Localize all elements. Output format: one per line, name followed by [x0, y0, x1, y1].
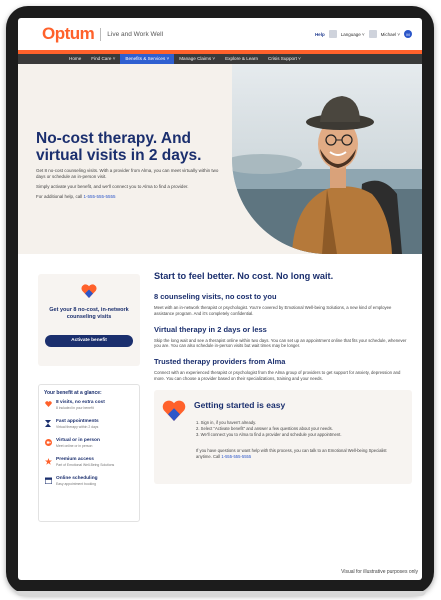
nav-manage-claims[interactable]: Manage Claims ˅ — [174, 54, 220, 64]
user-menu[interactable]: Michael ˅ — [381, 32, 400, 37]
hero-banner: No-cost therapy. And virtual visits in 2… — [18, 64, 422, 254]
nav-home[interactable]: Home — [64, 54, 86, 64]
glance-item-desc: Part of Emotional Well-Being Solutions — [56, 463, 115, 467]
hero-photo — [232, 64, 422, 254]
glance-item: Online scheduling Easy appointment bookin… — [44, 476, 134, 495]
specialist-phone-link[interactable]: 1-555-555-5555 — [221, 454, 251, 459]
glance-item: 8 visits, no extra cost 8 included in you… — [44, 400, 134, 419]
section-heading: Trusted therapy providers from Alma — [154, 357, 286, 367]
getting-started-box: Getting started is easy 1. Sign in, if y… — [154, 389, 412, 484]
hero-paragraph-2: Simply activate your benefit, and we'll … — [36, 184, 189, 189]
getting-started-title: Getting started is easy — [194, 399, 286, 410]
glance-item: Virtual or in person Meet online or in pe… — [44, 438, 134, 457]
activate-card-title: Get your 8 no-cost, in-network counselin… — [49, 307, 129, 320]
video-icon — [44, 439, 52, 446]
heart-icon — [44, 401, 52, 407]
nav-crisis-support[interactable]: Crisis Support ˅ — [263, 54, 306, 64]
section-body: Connect with an experienced therapist or… — [154, 370, 401, 381]
activate-benefit-button[interactable]: Activate benefit — [45, 335, 133, 347]
glance-item: Fast appointments Virtual therapy within … — [44, 419, 134, 438]
activate-card: Get your 8 no-cost, in-network counselin… — [38, 274, 140, 366]
hero-paragraph-1: Get 8 no-cost counseling visits. With a … — [36, 168, 219, 179]
section-heading: Virtual therapy in 2 days or less — [154, 324, 267, 334]
getting-started-note: If you have questions or want help with … — [196, 448, 401, 460]
glance-item-desc: Virtual therapy within 2 days — [56, 425, 99, 429]
tablet-stand — [16, 591, 426, 596]
getting-started-steps: 1. Sign in, if you haven't already. 2. S… — [196, 420, 401, 438]
section-body: Meet with an in-network therapist or psy… — [154, 305, 392, 316]
nav-explore-learn[interactable]: Explore & Learn — [220, 54, 263, 64]
tablet-frame: Optum Live and Work Well Help Language ˅… — [6, 6, 434, 594]
user-avatar[interactable]: M — [404, 30, 412, 38]
benefit-sidebar: Get your 8 no-cost, in-network counselin… — [38, 274, 140, 522]
smiling-man-photo — [232, 96, 422, 254]
hero-phone-link[interactable]: 1-555-555-5555 — [84, 194, 116, 199]
benefit-glance-card: Your benefit at a glance: 8 visits, no e… — [38, 384, 140, 522]
glance-item: Premium access Part of Emotional Well-Bei… — [44, 457, 134, 476]
tagline: Live and Work Well — [107, 30, 164, 38]
nav-find-care[interactable]: Find Care ˅ — [86, 54, 120, 64]
logo-divider — [100, 27, 102, 41]
main-title: Start to feel better. No cost. No long w… — [154, 271, 334, 281]
step-item: 3. We'll connect you to Alma to find a p… — [196, 431, 342, 437]
calendar-icon — [44, 477, 52, 484]
top-header: Optum Live and Work Well Help Language ˅… — [18, 18, 422, 54]
heart-icon — [81, 284, 97, 298]
account-icon — [368, 30, 377, 38]
language-menu[interactable]: Language ˅ — [341, 32, 365, 37]
glance-item-desc: Meet online or in person — [56, 444, 93, 448]
language-icon — [328, 30, 337, 38]
hero-paragraph-3: For additional help, call 1-555-555-5555 — [36, 194, 221, 200]
hero-text: No-cost therapy. And virtual visits in 2… — [36, 130, 221, 200]
hourglass-icon — [45, 420, 51, 427]
star-icon — [44, 458, 52, 465]
heart-icon — [162, 400, 186, 421]
main-content: Start to feel better. No cost. No long w… — [154, 270, 412, 484]
section-heading: 8 counseling visits, no cost to you — [154, 292, 277, 301]
help-link[interactable]: Help — [315, 32, 325, 37]
header-actions: Help Language ˅ Michael ˅ M — [315, 30, 412, 38]
nav-benefits-services[interactable]: Benefits & Services ˅ — [120, 54, 175, 64]
main-nav: Home Find Care ˅ Benefits & Services ˅ M… — [18, 54, 422, 64]
glance-title: Your benefit at a glance: — [44, 390, 102, 396]
section-body: Skip the long wait and see a therapist o… — [154, 337, 407, 349]
hero-help-text: For additional help, call — [36, 194, 84, 199]
optum-logo[interactable]: Optum — [42, 24, 95, 44]
hero-title: No-cost therapy. And virtual visits in 2… — [36, 130, 202, 164]
screen: Optum Live and Work Well Help Language ˅… — [18, 18, 422, 580]
disclaimer-text: Visual for illustrative purposes only — [341, 569, 418, 575]
glance-item-desc: 8 included in your benefit — [56, 406, 94, 410]
glance-item-desc: Easy appointment booking — [56, 482, 96, 486]
